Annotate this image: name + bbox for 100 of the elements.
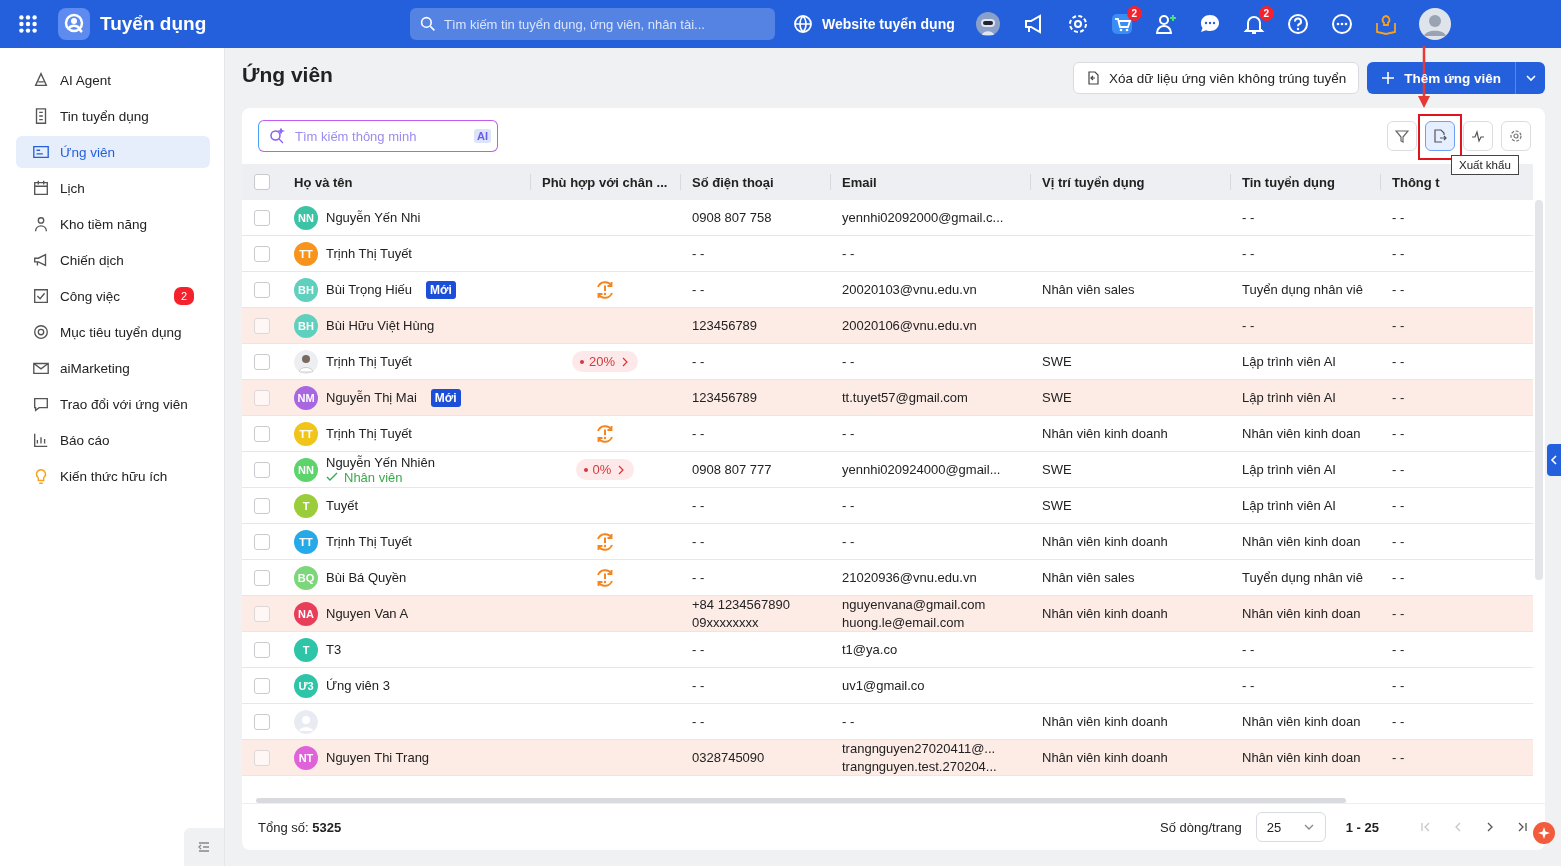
sidebar-item[interactable]: AI Agent	[16, 64, 210, 96]
info-cell: - -	[1392, 714, 1405, 729]
match-score-pill[interactable]: 20%	[572, 351, 638, 372]
candidate-name[interactable]: Nguyễn Yến Nhiên	[326, 454, 435, 470]
ai-assistant-button[interactable]	[1533, 822, 1555, 844]
job-posting: Nhân viên kinh doan	[1242, 750, 1361, 765]
sidebar-item[interactable]: Mục tiêu tuyển dụng	[16, 316, 210, 348]
row-checkbox[interactable]	[254, 677, 270, 694]
table-row[interactable]: BH Bùi Hữu Việt Hùng 123456789 20020106@vnu.edu.vn - - - -	[242, 308, 1533, 344]
info-cell: - -	[1392, 426, 1405, 441]
sidebar-item[interactable]: Lịch	[16, 172, 210, 204]
app-title: Tuyển dụng	[100, 13, 208, 35]
table-row[interactable]: NT Nguyen Thi Trang 0328745090 trangnguyen27020411@... trangnguyen.test.270204... Nhân viên kinh doanh Nhân viên kinh doan - -	[242, 740, 1533, 776]
horizontal-scrollbar[interactable]	[256, 798, 1346, 803]
job-posting: Lập trình viên AI	[1242, 498, 1336, 513]
column-header[interactable]: Phù hợp với chân ...	[530, 164, 680, 200]
search-field[interactable]: Tìm kiếm tin tuyển dụng, ứng viên, nhân tài...	[410, 8, 775, 40]
column-header[interactable]: Số điện thoại	[680, 164, 830, 200]
table-row[interactable]: NM Nguyễn Thị Mai Mới 123456789 tt.tuyet57@gmail.com SWE Lập trình viên AI - -	[242, 380, 1533, 416]
table-row[interactable]: TT Trịnh Thị Tuyết - - - - Nhân viên kinh doanh Nhân viên kinh doan - -	[242, 416, 1533, 452]
settings-icon[interactable]	[1066, 13, 1089, 35]
total-count: Tổng số: 5325	[258, 819, 342, 835]
sidebar-item[interactable]: Kiến thức hữu ích	[16, 460, 210, 492]
candidate-name[interactable]: Bùi Trọng Hiếu	[326, 282, 412, 297]
smart-search-field[interactable]: Tìm kiếm thông minh AI	[258, 120, 498, 152]
row-checkbox[interactable]	[254, 389, 270, 406]
row-checkbox[interactable]	[254, 605, 270, 622]
website-link[interactable]: Website tuyển dụng	[793, 14, 955, 34]
job-posting: - -	[1242, 642, 1255, 657]
candidate-name[interactable]: T3	[326, 642, 342, 657]
candidate-name[interactable]: Nguyễn Yến Nhi	[326, 210, 421, 225]
candidate-name[interactable]: Tuyết	[326, 498, 359, 513]
row-checkbox[interactable]	[254, 533, 270, 550]
table-row[interactable]: T Tuyết - - - - SWE Lập trình viên AI - -	[242, 488, 1533, 524]
row-checkbox[interactable]	[254, 425, 270, 442]
chat-icon[interactable]	[1198, 13, 1221, 35]
candidate-name[interactable]: Bùi Bá Quyền	[326, 570, 407, 585]
expand-panel-tab[interactable]	[1547, 444, 1561, 476]
vertical-scrollbar[interactable]	[1535, 200, 1543, 580]
row-checkbox[interactable]	[254, 317, 270, 334]
candidate-name[interactable]: Nguyen Van A	[326, 606, 409, 621]
candidate-name[interactable]: Nguyen Thi Trang	[326, 750, 430, 765]
table-row[interactable]: TT Trịnh Thị Tuyết - - - - - - - -	[242, 236, 1533, 272]
cart-icon[interactable]	[1110, 13, 1133, 35]
sidebar-item[interactable]: Báo cáo	[16, 424, 210, 456]
email-address: - -	[842, 532, 855, 551]
export-button[interactable]	[1425, 121, 1455, 151]
sidebar-item[interactable]: Trao đổi với ứng viên	[16, 388, 210, 420]
page-size-select[interactable]: 25	[1255, 812, 1326, 842]
row-checkbox[interactable]	[254, 713, 270, 730]
dropdown-button[interactable]	[1515, 62, 1545, 94]
select-all-checkbox[interactable]	[254, 174, 270, 190]
more-icon[interactable]	[1330, 13, 1353, 35]
column-header[interactable]: Họ và tên	[282, 164, 530, 200]
candidate-name[interactable]: Bùi Hữu Việt Hùng	[326, 318, 435, 333]
sidebar-item[interactable]: Tin tuyển dụng	[16, 100, 210, 132]
row-checkbox[interactable]	[254, 353, 270, 370]
activity-button[interactable]	[1463, 121, 1493, 151]
notification-bell-icon[interactable]	[1242, 13, 1265, 35]
apps-grid-icon[interactable]	[17, 13, 39, 35]
help-icon[interactable]	[1286, 13, 1309, 35]
collapse-sidebar-button[interactable]	[184, 828, 224, 866]
filter-button[interactable]	[1387, 121, 1417, 151]
settings-button[interactable]	[1501, 121, 1531, 151]
column-header[interactable]: Email	[830, 164, 1030, 200]
table-row[interactable]: NA Nguyen Van A +84 1234567890 09xxxxxxxx nguyenvana@gmail.com huong.le@email.com Nhân viên kinh doanh Nhân viên kinh doan - -	[242, 596, 1533, 632]
sidebar-item[interactable]: Chiến dịch	[16, 244, 210, 276]
page-size-label: Số dòng/trang	[1160, 819, 1242, 835]
candidate-name[interactable]: Nguyễn Thị Mai	[326, 390, 417, 405]
candidate-name[interactable]: Trịnh Thị Tuyết	[326, 354, 412, 369]
candidate-name[interactable]: Ứng viên 3	[326, 678, 390, 693]
sidebar-item[interactable]: Kho tiềm năng	[16, 208, 210, 240]
row-checkbox[interactable]	[254, 245, 270, 262]
row-checkbox[interactable]	[254, 641, 270, 658]
candidate-name[interactable]: Trịnh Thị Tuyết	[326, 534, 412, 549]
delete-unsuccessful-button[interactable]: Xóa dữ liệu ứng viên không trúng tuyển	[1072, 62, 1360, 94]
user-avatar[interactable]	[1418, 8, 1451, 40]
match-score-pill[interactable]: 0%	[575, 459, 635, 480]
row-checkbox[interactable]	[254, 281, 270, 298]
table-row[interactable]: NN Nguyễn Yến Nhi 0908 807 758 yennhi02092000@gmail.c... - - - -	[242, 200, 1533, 236]
robot-avatar-icon[interactable]	[974, 11, 1001, 37]
candidate-name[interactable]: Trịnh Thị Tuyết	[326, 246, 412, 261]
candidate-name[interactable]: Trịnh Thị Tuyết	[326, 426, 412, 441]
row-checkbox[interactable]	[254, 209, 270, 226]
sidebar-item[interactable]: aiMarketing	[16, 352, 210, 384]
phone-number: - -	[692, 352, 705, 371]
row-checkbox[interactable]	[254, 461, 270, 478]
column-header[interactable]: Vị trí tuyển dụng	[1030, 164, 1230, 200]
lightbulb-book-icon[interactable]	[1374, 13, 1397, 35]
row-checkbox[interactable]	[254, 569, 270, 586]
sidebar-item[interactable]: Công việc 2	[16, 280, 210, 312]
table-row[interactable]: TT Trịnh Thị Tuyết - - - - Nhân viên kinh doanh Nhân viên kinh doan - -	[242, 524, 1533, 560]
row-checkbox[interactable]	[254, 497, 270, 514]
add-user-icon[interactable]	[1154, 13, 1177, 35]
table-row[interactable]: Ư3 Ứng viên 3 - - uv1@gmail.co - - - -	[242, 668, 1533, 704]
search-input[interactable]: Tìm kiếm tin tuyển dụng, ứng viên, nhân tài...	[444, 16, 765, 32]
table-row[interactable]: T T3 - - t1@ya.co - - - -	[242, 632, 1533, 668]
sidebar-item[interactable]: Ứng viên	[16, 136, 210, 168]
row-checkbox[interactable]	[254, 749, 270, 766]
column-header[interactable]: Tin tuyển dụng	[1230, 164, 1380, 200]
